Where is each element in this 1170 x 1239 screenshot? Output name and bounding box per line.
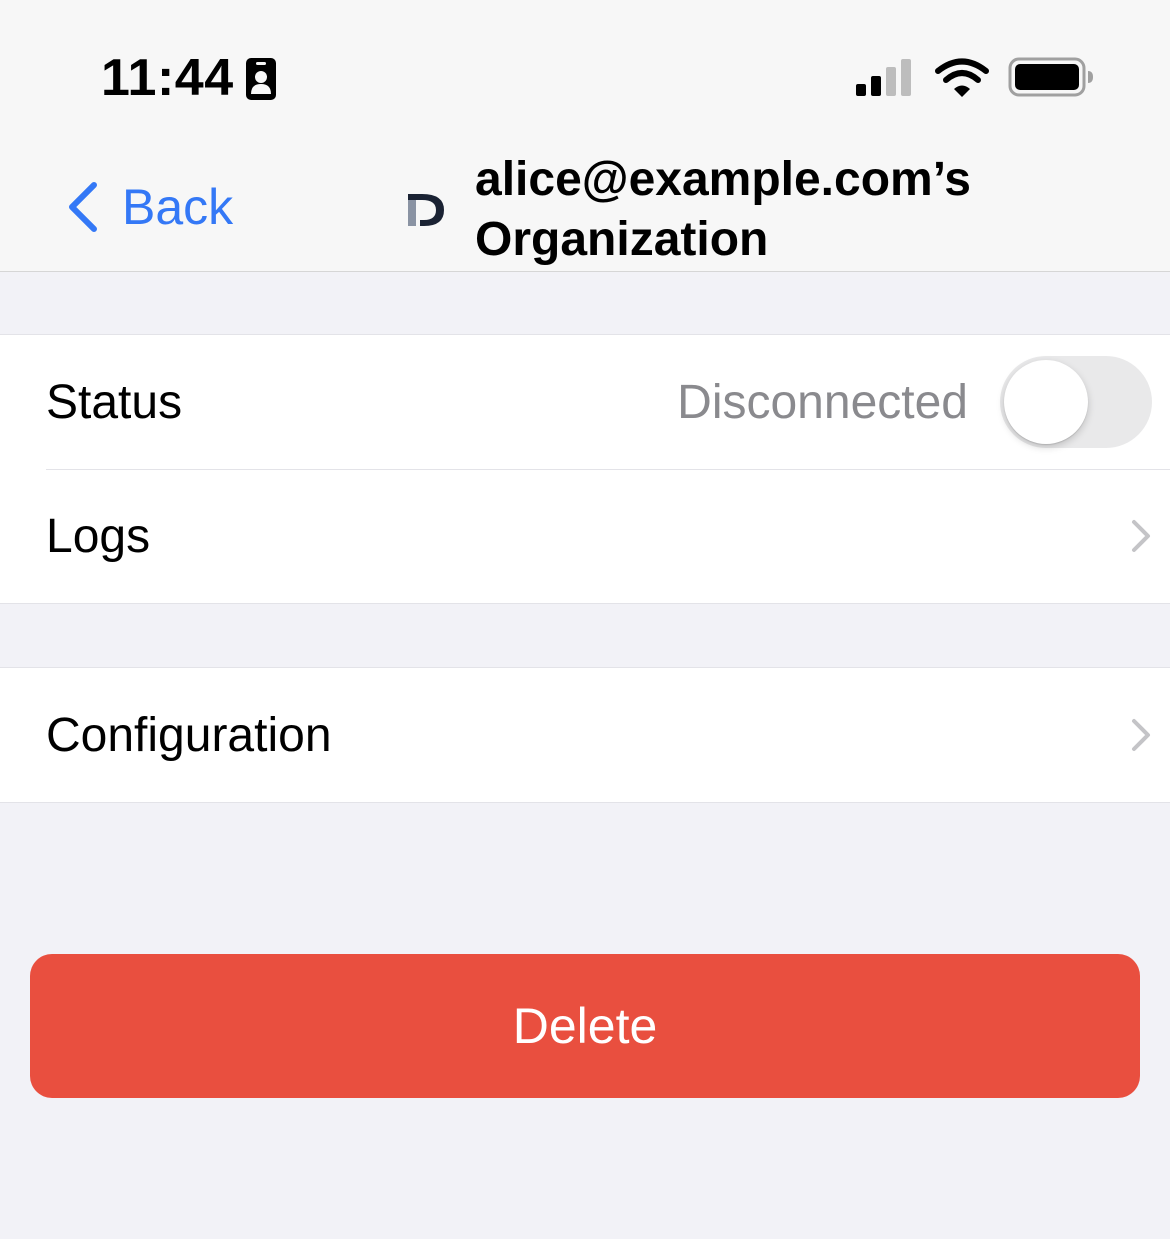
toggle-knob xyxy=(1004,360,1088,444)
back-button[interactable]: Back xyxy=(66,178,233,236)
chevron-right-icon xyxy=(1132,520,1150,552)
configuration-label: Configuration xyxy=(46,708,332,762)
status-label: Status xyxy=(46,375,183,429)
delete-button[interactable]: Delete xyxy=(30,954,1140,1098)
delete-button-label: Delete xyxy=(512,998,658,1054)
wifi-icon xyxy=(935,58,989,97)
cellular-signal-icon xyxy=(856,59,911,96)
page-title: alice@example.com’s Organization xyxy=(475,153,971,266)
navigation-header: 11:44 Back alice@example.com’s Organizat… xyxy=(0,0,1170,272)
chevron-left-icon xyxy=(69,182,97,232)
status-value: Disconnected xyxy=(677,375,968,429)
configuration-section: Configuration xyxy=(0,667,1170,803)
app-logo-icon xyxy=(408,194,444,226)
status-bar-time: 11:44 xyxy=(101,49,234,107)
logs-label: Logs xyxy=(46,509,151,563)
configuration-row[interactable]: Configuration xyxy=(0,668,1170,802)
back-button-label: Back xyxy=(122,179,234,235)
battery-icon xyxy=(1008,57,1093,97)
status-row: Status Disconnected xyxy=(0,335,1170,469)
status-logs-section: Status Disconnected Logs xyxy=(0,334,1170,604)
connection-toggle[interactable] xyxy=(1000,356,1152,448)
chevron-right-icon xyxy=(1132,719,1150,751)
contact-card-icon xyxy=(246,58,276,100)
logs-row[interactable]: Logs xyxy=(0,469,1170,603)
